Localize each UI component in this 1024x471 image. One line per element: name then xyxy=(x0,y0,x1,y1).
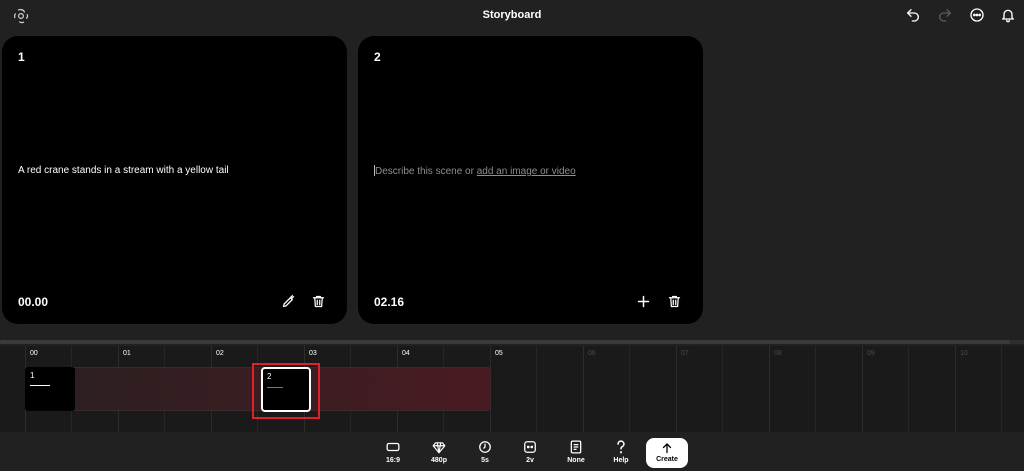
edit-icon[interactable] xyxy=(279,292,297,310)
undo-icon[interactable] xyxy=(904,6,922,24)
aspect-ratio-button[interactable]: 16:9 xyxy=(375,440,411,470)
arrow-up-icon xyxy=(661,441,673,454)
clip-label: 1 xyxy=(30,371,35,380)
bottom-toolbar: 16:9 480p 5s 2v None Help xyxy=(0,432,1024,471)
ruler-label: 04 xyxy=(402,350,410,357)
duration-button[interactable]: 5s xyxy=(467,440,503,470)
redo-icon[interactable] xyxy=(936,6,954,24)
add-icon[interactable] xyxy=(634,292,652,310)
duration-label: 5s xyxy=(481,457,489,464)
timeline[interactable]: 00 01 02 03 04 05 06 07 08 09 10 1 2 xyxy=(0,346,1024,432)
ruler-label: 06 xyxy=(588,350,596,357)
scene-card-1[interactable]: 1 A red crane stands in a stream with a … xyxy=(2,36,347,324)
ruler-gridline xyxy=(629,346,630,432)
timeline-clip-2[interactable]: 2 xyxy=(261,367,311,412)
variations-button[interactable]: 2v xyxy=(512,440,548,470)
clock-icon xyxy=(478,440,492,454)
create-button[interactable]: Create xyxy=(646,438,688,468)
scene-number: 2 xyxy=(374,50,381,64)
delete-icon[interactable] xyxy=(309,292,327,310)
ruler-label: 08 xyxy=(774,350,782,357)
aspect-ratio-label: 16:9 xyxy=(385,457,400,464)
scene-timestamp: 00.00 xyxy=(18,295,49,309)
placeholder-text: Describe this scene or xyxy=(375,166,477,177)
ruler-label: 09 xyxy=(867,350,875,357)
ruler-gridline xyxy=(722,346,723,432)
resolution-button[interactable]: 480p xyxy=(421,440,457,470)
timeline-track[interactable] xyxy=(25,367,491,411)
ruler-label: 03 xyxy=(309,350,317,357)
ruler-label: 10 xyxy=(960,350,968,357)
preset-label: None xyxy=(567,457,585,464)
ruler-label: 01 xyxy=(123,350,131,357)
ruler-gridline xyxy=(676,346,677,432)
scene-number: 1 xyxy=(18,50,25,64)
variations-icon xyxy=(523,440,537,454)
help-label: Help xyxy=(613,457,629,464)
top-bar: Storyboard xyxy=(0,0,1024,34)
scene-description-input[interactable]: A red crane stands in a stream with a ye… xyxy=(18,165,229,176)
ruler-gridline xyxy=(769,346,770,432)
clip-label: 2 xyxy=(267,372,272,381)
clip-indicator xyxy=(267,387,283,388)
scene-card-2[interactable]: 2 Describe this scene or add an image or… xyxy=(358,36,703,324)
page-title: Storyboard xyxy=(482,9,542,21)
add-media-link[interactable]: add an image or video xyxy=(477,166,576,177)
ruler-gridline xyxy=(815,346,816,432)
more-options-icon[interactable] xyxy=(968,6,986,24)
ruler-gridline xyxy=(583,346,584,432)
delete-icon[interactable] xyxy=(665,292,683,310)
timeline-clip-1[interactable]: 1 xyxy=(25,367,75,411)
ruler-gridline xyxy=(1001,346,1002,432)
preset-button[interactable]: None xyxy=(558,440,594,470)
horizontal-scrollbar-thumb[interactable] xyxy=(0,340,1010,344)
ruler-label: 05 xyxy=(495,350,503,357)
aspect-ratio-icon xyxy=(386,440,400,454)
clip-indicator xyxy=(30,385,50,386)
help-icon xyxy=(614,440,628,454)
variations-label: 2v xyxy=(526,457,534,464)
notifications-icon[interactable] xyxy=(999,6,1017,24)
ruler-label: 07 xyxy=(681,350,689,357)
help-button[interactable]: Help xyxy=(603,440,639,470)
ruler-gridline xyxy=(536,346,537,432)
create-label: Create xyxy=(656,456,678,463)
diamond-icon xyxy=(432,440,446,454)
scene-timestamp: 02.16 xyxy=(374,295,405,309)
ruler-label: 00 xyxy=(30,350,38,357)
ruler-label: 02 xyxy=(216,350,224,357)
ruler-gridline xyxy=(955,346,956,432)
resolution-label: 480p xyxy=(431,457,447,464)
ruler-gridline xyxy=(908,346,909,432)
ruler-gridline xyxy=(862,346,863,432)
preset-icon xyxy=(569,440,583,454)
scene-description-input[interactable]: Describe this scene or add an image or v… xyxy=(374,165,576,177)
